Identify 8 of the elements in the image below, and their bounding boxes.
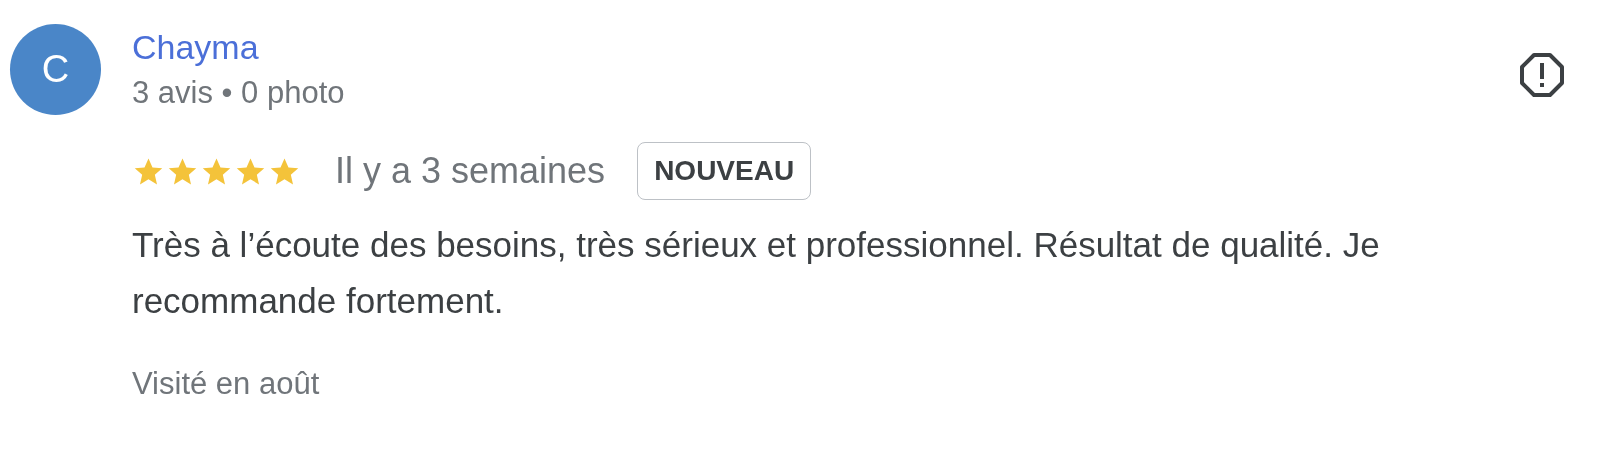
review-text: Très à l’écoute des besoins, très sérieux et professionnel. Résultat de qualité. Je recommande fortement. [132, 224, 1381, 322]
avatar[interactable]: C [10, 24, 101, 115]
author-name[interactable]: Chayma [132, 28, 345, 67]
visit-date: Visité en août [132, 366, 321, 402]
new-badge: NOUVEAU [637, 142, 812, 200]
author-meta: 3 avis • 0 photo [132, 75, 345, 111]
review-time: Il y a 3 semaines [335, 150, 606, 192]
report-icon[interactable] [1519, 52, 1565, 98]
